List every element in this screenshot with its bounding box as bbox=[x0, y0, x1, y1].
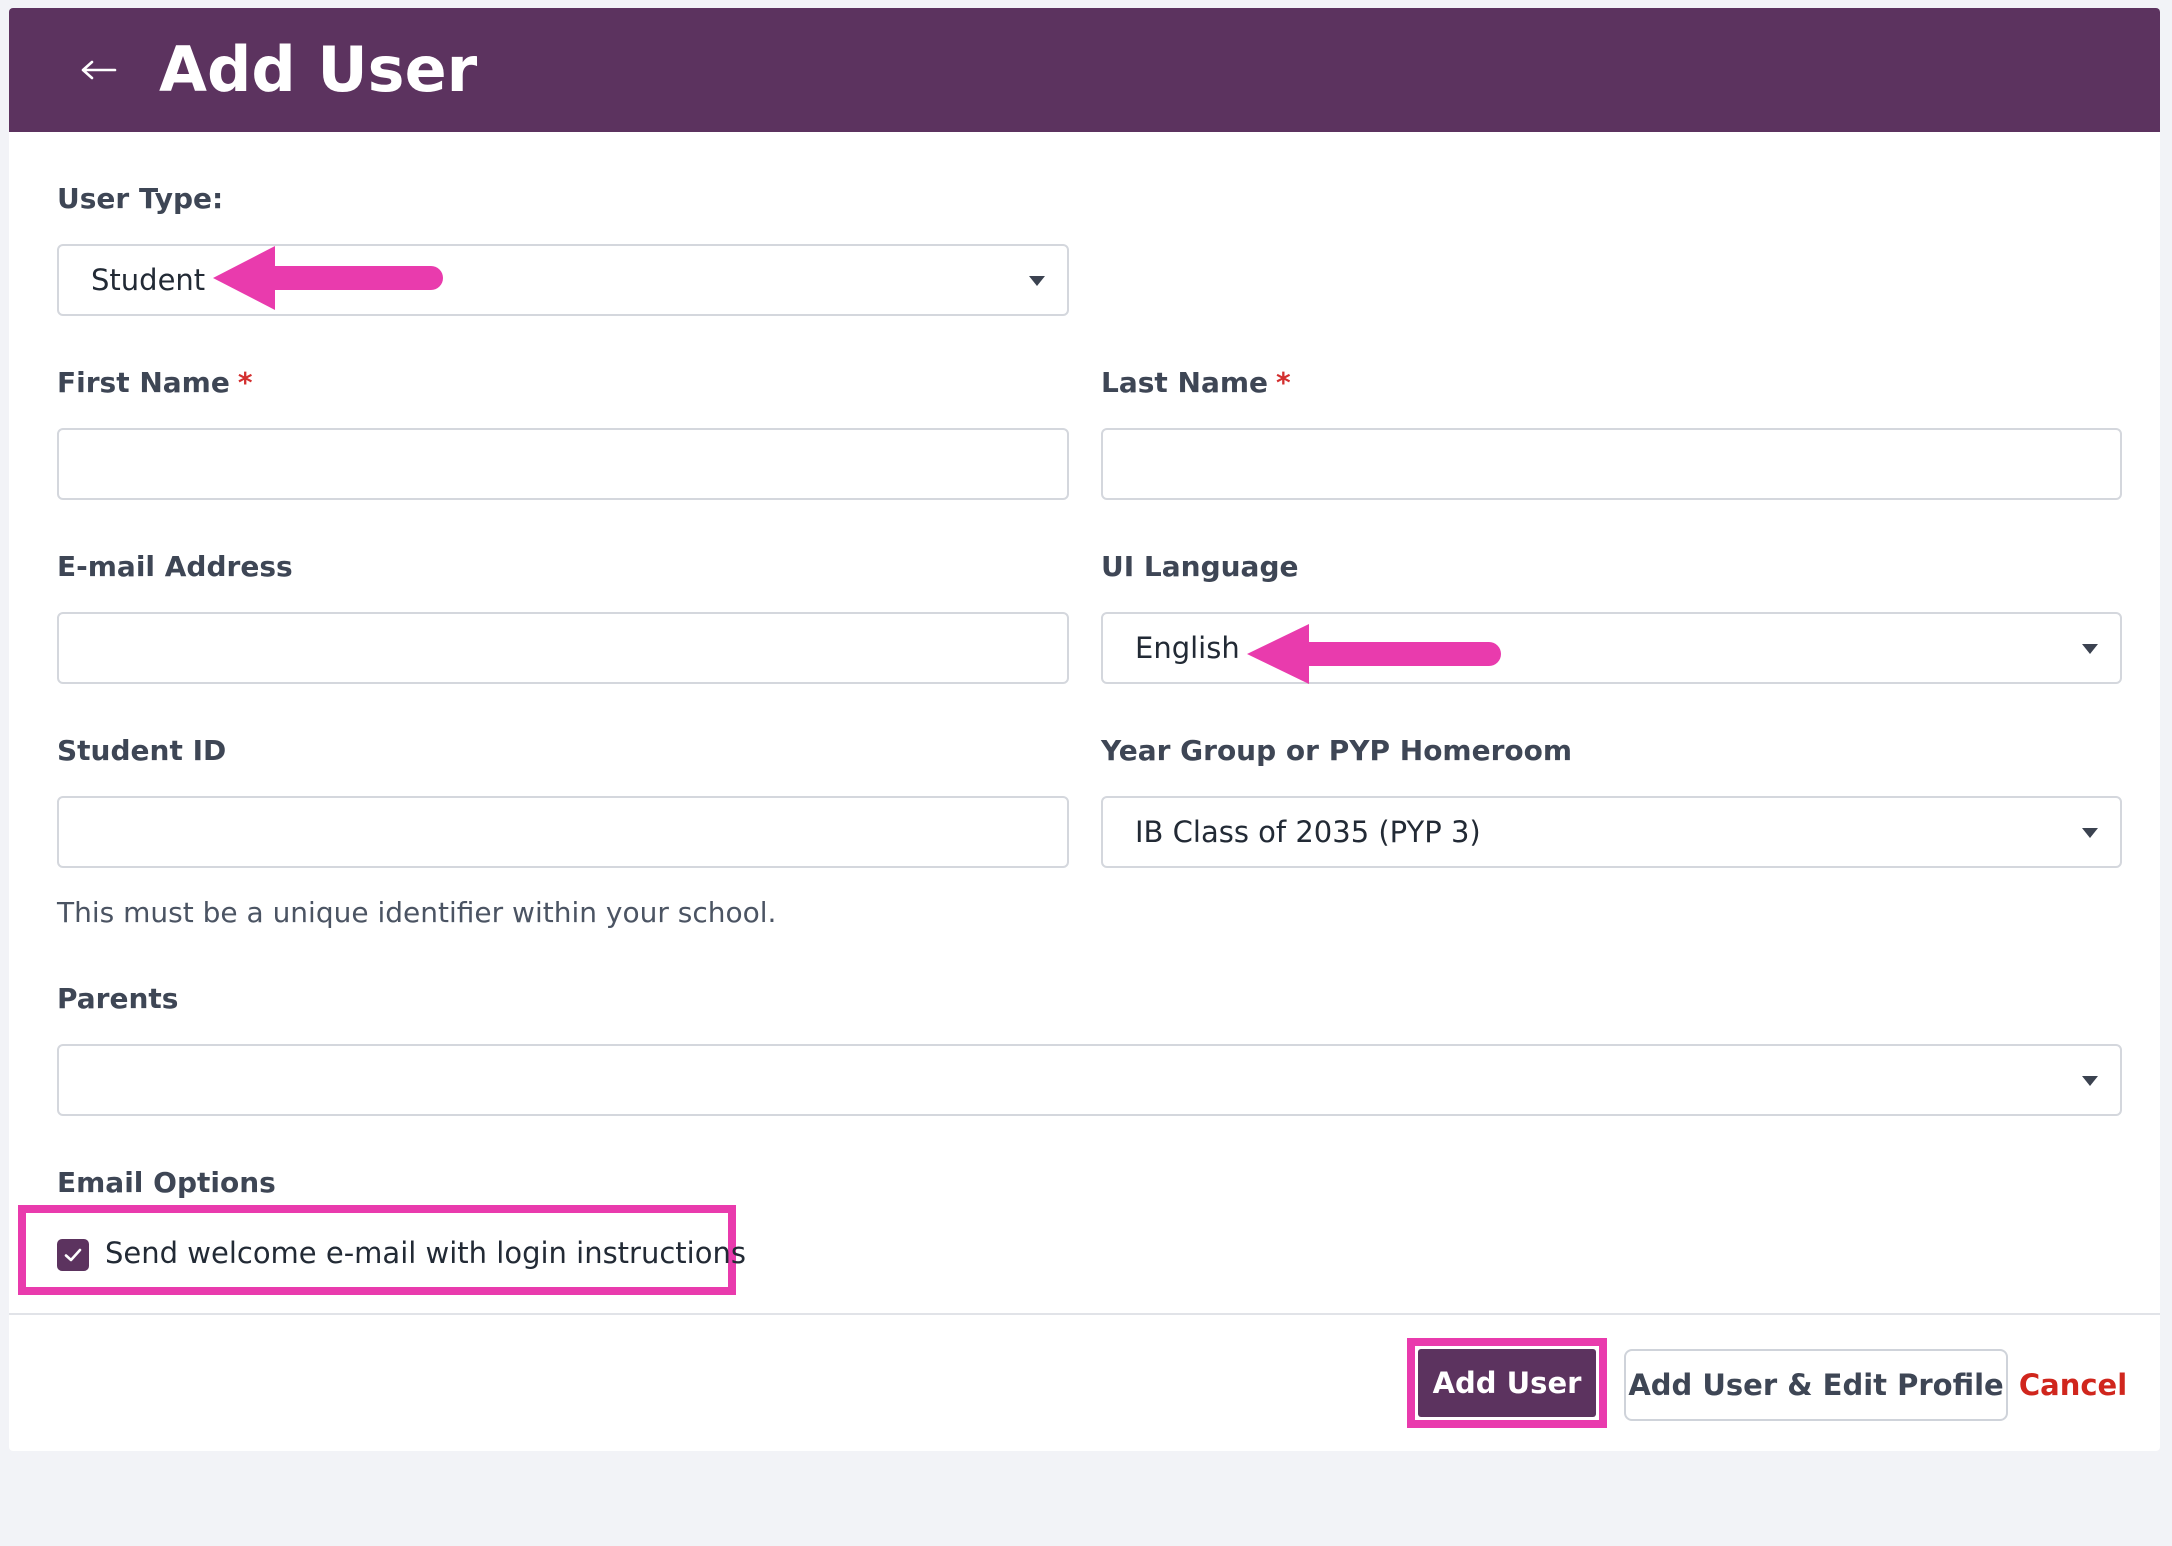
user-type-value: Student bbox=[91, 263, 206, 297]
chevron-down-icon bbox=[2082, 644, 2098, 654]
user-type-select[interactable]: Student bbox=[57, 244, 1069, 316]
chevron-down-icon bbox=[2082, 1076, 2098, 1086]
student-id-label: Student ID bbox=[57, 734, 227, 767]
email-label: E-mail Address bbox=[57, 550, 293, 583]
first-name-label-text: First Name bbox=[57, 366, 230, 399]
year-group-select[interactable]: IB Class of 2035 (PYP 3) bbox=[1101, 796, 2122, 868]
required-asterisk: * bbox=[237, 366, 253, 399]
cancel-button[interactable]: Cancel bbox=[2019, 1349, 2127, 1421]
checkmark-icon bbox=[64, 1248, 82, 1262]
email-input[interactable] bbox=[57, 612, 1069, 684]
ui-language-select[interactable]: English bbox=[1101, 612, 2122, 684]
arrow-left-icon[interactable] bbox=[71, 50, 127, 90]
dialog-header: Add User bbox=[9, 8, 2160, 132]
required-asterisk: * bbox=[1276, 366, 1291, 399]
page-title: Add User bbox=[159, 33, 478, 106]
first-name-label: First Name * bbox=[57, 366, 252, 399]
year-group-value: IB Class of 2035 (PYP 3) bbox=[1135, 815, 1481, 849]
user-type-label: User Type: bbox=[57, 182, 224, 215]
last-name-label-text: Last Name bbox=[1101, 366, 1269, 399]
ui-language-value: English bbox=[1135, 631, 1240, 665]
chevron-down-icon bbox=[2082, 828, 2098, 838]
student-id-helper-text: This must be a unique identifier within … bbox=[57, 896, 777, 929]
add-user-dialog: Add User User Type: Student First Name * … bbox=[9, 8, 2160, 1451]
year-group-label: Year Group or PYP Homeroom bbox=[1101, 734, 1573, 767]
ui-language-label: UI Language bbox=[1101, 550, 1299, 583]
last-name-input[interactable] bbox=[1101, 428, 2122, 500]
parents-select[interactable] bbox=[57, 1044, 2122, 1116]
welcome-email-label[interactable]: Send welcome e-mail with login instructi… bbox=[105, 1236, 746, 1270]
student-id-input[interactable] bbox=[57, 796, 1069, 868]
parents-label: Parents bbox=[57, 982, 179, 1015]
email-options-label: Email Options bbox=[57, 1166, 276, 1199]
last-name-label: Last Name * bbox=[1101, 366, 1291, 399]
footer-divider bbox=[9, 1313, 2160, 1315]
add-user-edit-profile-button[interactable]: Add User & Edit Profile bbox=[1624, 1349, 2008, 1421]
chevron-down-icon bbox=[1029, 276, 1045, 286]
first-name-input[interactable] bbox=[57, 428, 1069, 500]
add-user-button[interactable]: Add User bbox=[1418, 1349, 1596, 1417]
welcome-email-checkbox[interactable] bbox=[57, 1239, 89, 1271]
